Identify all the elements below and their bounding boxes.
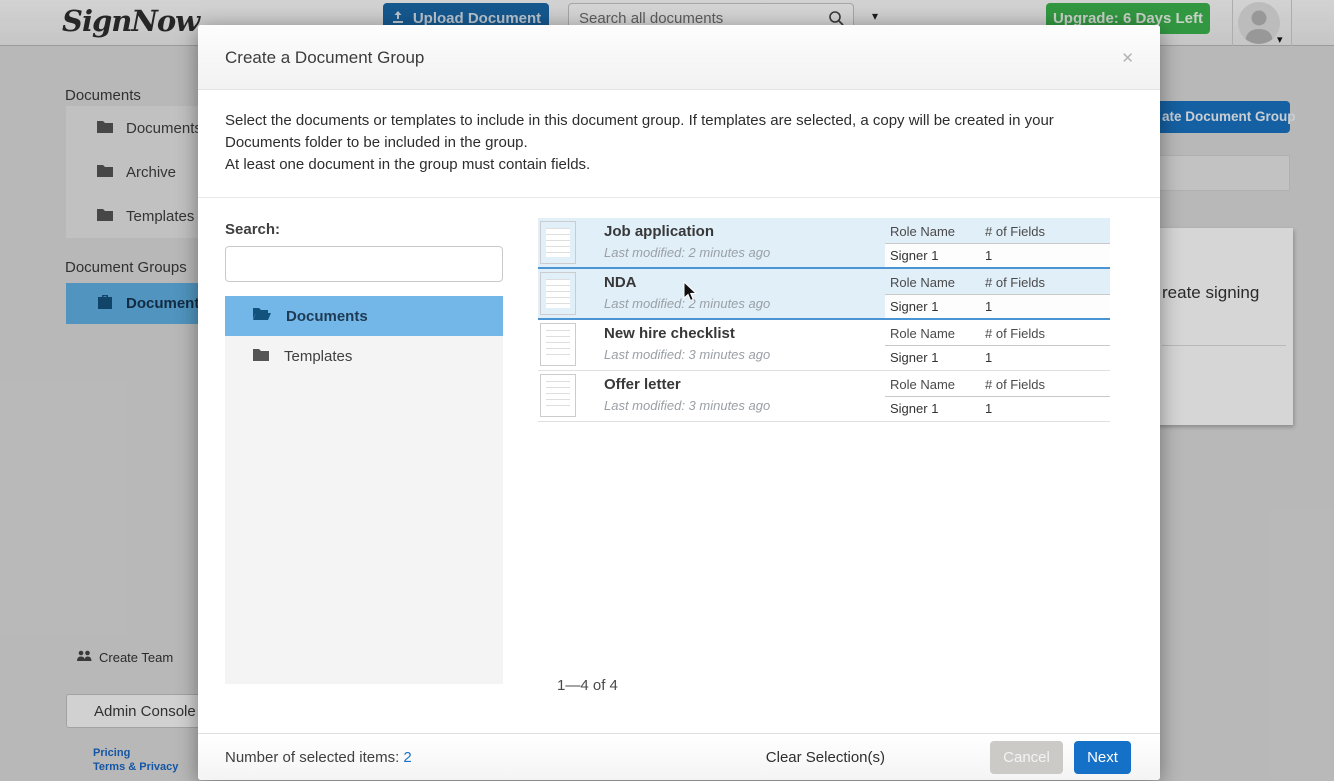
selected-count-label: Number of selected items: — [225, 749, 403, 766]
document-list: Job application Last modified: 2 minutes… — [538, 218, 1110, 422]
document-name: NDA — [604, 274, 637, 291]
modal-folder-documents[interactable]: Documents — [225, 296, 503, 336]
modal-folder-list: Documents Templates — [225, 296, 503, 684]
document-row-offer-letter[interactable]: Offer letter Last modified: 3 minutes ag… — [538, 371, 1110, 422]
modal-folder-templates[interactable]: Templates — [225, 336, 503, 376]
description-paragraph-1: Select the documents or templates to inc… — [225, 110, 1117, 154]
document-thumbnail — [540, 221, 576, 264]
role-name-header: Role Name — [890, 326, 955, 341]
document-modified: Last modified: 3 minutes ago — [604, 347, 770, 362]
fields-value: 1 — [985, 350, 992, 365]
folder-open-icon — [252, 306, 272, 326]
folder-icon — [252, 347, 270, 366]
role-name-header: Role Name — [890, 377, 955, 392]
role-name-header: Role Name — [890, 275, 955, 290]
role-name-value: Signer 1 — [890, 350, 938, 365]
modal-footer: Number of selected items: 2 Clear Select… — [198, 733, 1160, 780]
document-thumbnail — [540, 272, 576, 315]
fields-value: 1 — [985, 248, 992, 263]
document-modified: Last modified: 3 minutes ago — [604, 398, 770, 413]
role-name-value: Signer 1 — [890, 299, 938, 314]
modal-search-input[interactable] — [225, 246, 503, 282]
role-name-value: Signer 1 — [890, 248, 938, 263]
role-name-value: Signer 1 — [890, 401, 938, 416]
description-paragraph-2: At least one document in the group must … — [225, 154, 1117, 176]
modal-description: Select the documents or templates to inc… — [225, 90, 1117, 197]
modal-search-label: Search: — [225, 221, 280, 238]
divider — [885, 345, 1110, 346]
document-name: New hire checklist — [604, 325, 735, 342]
document-thumbnail — [540, 323, 576, 366]
document-name: Offer letter — [604, 376, 681, 393]
create-document-group-modal: Create a Document Group ✕ Select the doc… — [198, 25, 1160, 780]
modal-folder-label: Templates — [284, 348, 352, 365]
document-modified: Last modified: 2 minutes ago — [604, 245, 770, 260]
fields-header: # of Fields — [985, 275, 1045, 290]
document-thumbnail — [540, 374, 576, 417]
document-row-new-hire-checklist[interactable]: New hire checklist Last modified: 3 minu… — [538, 320, 1110, 371]
document-name: Job application — [604, 223, 714, 240]
next-button[interactable]: Next — [1074, 741, 1131, 774]
selected-count-value: 2 — [403, 749, 411, 766]
fields-header: # of Fields — [985, 326, 1045, 341]
fields-header: # of Fields — [985, 377, 1045, 392]
modal-folder-label: Documents — [286, 308, 368, 325]
modal-header: Create a Document Group ✕ — [198, 25, 1160, 90]
clear-selection-button[interactable]: Clear Selection(s) — [766, 749, 885, 766]
modal-title: Create a Document Group — [225, 48, 424, 68]
document-row-job-application[interactable]: Job application Last modified: 2 minutes… — [538, 218, 1110, 269]
document-row-nda[interactable]: NDA Last modified: 2 minutes ago Role Na… — [538, 269, 1110, 320]
divider — [885, 243, 1110, 244]
selected-count: Number of selected items: 2 — [225, 749, 412, 766]
fields-header: # of Fields — [985, 224, 1045, 239]
divider — [885, 396, 1110, 397]
fields-value: 1 — [985, 299, 992, 314]
divider — [885, 294, 1110, 295]
divider — [198, 197, 1160, 198]
close-icon[interactable]: ✕ — [1121, 49, 1134, 67]
fields-value: 1 — [985, 401, 992, 416]
role-name-header: Role Name — [890, 224, 955, 239]
cancel-button[interactable]: Cancel — [990, 741, 1063, 774]
document-modified: Last modified: 2 minutes ago — [604, 296, 770, 311]
pagination-label: 1—4 of 4 — [557, 677, 618, 694]
